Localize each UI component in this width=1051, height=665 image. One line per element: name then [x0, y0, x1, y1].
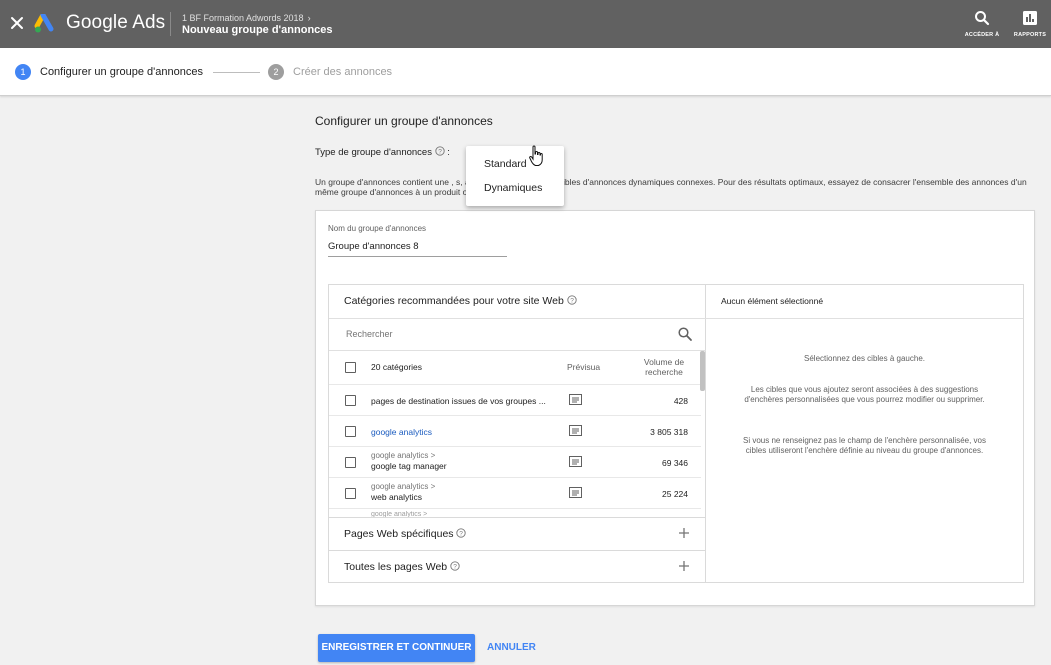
category-name: pages de destination issues de vos group… — [371, 396, 546, 406]
volume-header-label: Volume de recherche — [643, 357, 685, 377]
preview-icon[interactable] — [569, 425, 582, 436]
table-row[interactable]: google analytics 3 805 318 — [329, 416, 701, 447]
preview-column-header: Prévisua — [567, 362, 601, 372]
step-connector — [213, 72, 260, 73]
goto-label: ACCÉDER À — [964, 32, 1000, 38]
intro-text: Un groupe d'annonces contient une , s, a… — [315, 177, 1027, 197]
selection-title: Aucun élément sélectionné — [721, 296, 824, 306]
svg-text:?: ? — [570, 297, 574, 304]
breadcrumb-account-label: 1 BF Formation Adwords 2018 — [182, 13, 304, 23]
step-2-label: Créer des annonces — [293, 66, 393, 78]
table-row[interactable]: google analytics > web analytics 25 224 — [329, 478, 701, 509]
selection-panel: Aucun élément sélectionné Sélectionnez d… — [706, 285, 1023, 582]
all-pages-section[interactable]: Toutes les pages Web ? — [329, 550, 706, 583]
category-link[interactable]: google analytics — [371, 427, 561, 437]
divider — [706, 318, 1023, 319]
reports-label: RAPPORTS — [1013, 32, 1047, 38]
plus-icon[interactable] — [678, 560, 690, 572]
selection-hint: Les cibles que vous ajoutez seront assoc… — [744, 385, 985, 404]
stepper: 1 Configurer un groupe d'annonces 2 Crée… — [0, 48, 1051, 96]
search-icon — [975, 11, 990, 26]
category-name: web analytics — [371, 492, 423, 502]
selection-hint: Si vous ne renseignez pas le champ de l'… — [742, 436, 986, 455]
step-2-number: 2 — [268, 64, 284, 80]
search-volume: 3 805 318 — [650, 427, 688, 437]
search-volume: 428 — [673, 396, 688, 406]
close-icon[interactable] — [6, 12, 28, 34]
colon: : — [447, 147, 450, 158]
table-row[interactable]: google analytics > google tag manager 69… — [329, 447, 701, 478]
ad-group-type-menu: Standard Dynamiques — [466, 146, 564, 206]
option-dynamiques[interactable]: Dynamiques — [484, 182, 542, 194]
help-icon[interactable]: ? — [434, 146, 445, 156]
google-ads-logo-icon — [34, 14, 54, 33]
specific-pages-section[interactable]: Pages Web spécifiques ? — [329, 517, 706, 550]
chevron-right-icon: › — [307, 13, 311, 23]
ad-group-name-input[interactable]: Groupe d'annonces 8 — [328, 241, 419, 252]
hand-cursor-icon — [529, 145, 543, 166]
ad-group-card: Nom du groupe d'annonces Groupe d'annonc… — [315, 210, 1035, 606]
search-volume: 25 224 — [662, 489, 688, 499]
category-parent: google analytics > — [371, 451, 436, 460]
category-parent: google analytics > — [371, 482, 436, 491]
categories-heading: Catégories recommandées pour votre site … — [344, 295, 577, 307]
table-header: 20 catégories Prévisua Volume de recherc… — [329, 351, 701, 385]
ad-group-type-field[interactable]: Type de groupe d'annonces ? : — [315, 146, 450, 158]
page-title: Nouveau groupe d'annonces — [182, 24, 333, 36]
option-standard[interactable]: Standard — [484, 158, 527, 170]
input-underline — [328, 256, 507, 257]
top-bar: Google Ads 1 BF Formation Adwords 2018 › … — [0, 0, 1051, 48]
row-checkbox[interactable] — [345, 488, 356, 499]
preview-icon[interactable] — [569, 456, 582, 467]
selection-hint: Sélectionnez des cibles à gauche. — [804, 354, 925, 363]
all-pages-heading: Toutes les pages Web ? — [344, 561, 460, 573]
preview-icon[interactable] — [569, 394, 582, 405]
breadcrumb-account[interactable]: 1 BF Formation Adwords 2018 › — [182, 13, 311, 23]
row-checkbox[interactable] — [345, 426, 356, 437]
header-divider — [170, 12, 171, 36]
volume-column-header: Volume de recherche — [639, 357, 689, 377]
ad-group-type-label: Type de groupe d'annonces — [315, 147, 432, 158]
reports-button[interactable]: RAPPORTS — [1010, 10, 1050, 38]
categories-title: Catégories recommandées pour votre site … — [344, 295, 564, 307]
plus-icon[interactable] — [678, 527, 690, 539]
step-1-number: 1 — [15, 64, 31, 80]
svg-text:?: ? — [453, 563, 457, 570]
categories-panel: Catégories recommandées pour votre site … — [329, 285, 706, 582]
select-all-checkbox[interactable] — [345, 362, 356, 373]
search-icon[interactable] — [677, 326, 693, 342]
table-row[interactable]: pages de destination issues de vos group… — [329, 385, 701, 416]
specific-pages-heading: Pages Web spécifiques ? — [344, 528, 467, 540]
help-icon[interactable]: ? — [456, 528, 467, 538]
row-checkbox[interactable] — [345, 395, 356, 406]
help-icon[interactable]: ? — [567, 295, 577, 305]
targeting-panel: Catégories recommandées pour votre site … — [328, 284, 1024, 583]
svg-text:?: ? — [460, 530, 464, 537]
divider — [329, 318, 706, 319]
specific-pages-label: Pages Web spécifiques — [344, 528, 454, 540]
goto-button[interactable]: ACCÉDER À — [962, 10, 1002, 38]
table-scrollbar[interactable] — [700, 351, 705, 391]
svg-text:?: ? — [438, 148, 442, 155]
ad-group-name-label: Nom du groupe d'annonces — [328, 224, 427, 233]
category-count: 20 catégories — [371, 362, 423, 372]
step-1-label: Configurer un groupe d'annonces — [40, 66, 203, 78]
help-icon[interactable]: ? — [450, 561, 460, 571]
cancel-button[interactable]: ANNULER — [487, 642, 536, 653]
brand-name: Google Ads — [66, 12, 166, 33]
reports-icon — [1023, 11, 1037, 25]
all-pages-label: Toutes les pages Web — [344, 561, 448, 573]
category-name: google tag manager — [371, 461, 447, 471]
save-and-continue-button[interactable]: ENREGISTRER ET CONTINUER — [318, 634, 475, 662]
search-volume: 69 346 — [662, 458, 688, 468]
category-search-input[interactable]: Rechercher — [346, 329, 393, 339]
preview-icon[interactable] — [569, 487, 582, 498]
section-title: Configurer un groupe d'annonces — [315, 114, 493, 128]
row-checkbox[interactable] — [345, 457, 356, 468]
